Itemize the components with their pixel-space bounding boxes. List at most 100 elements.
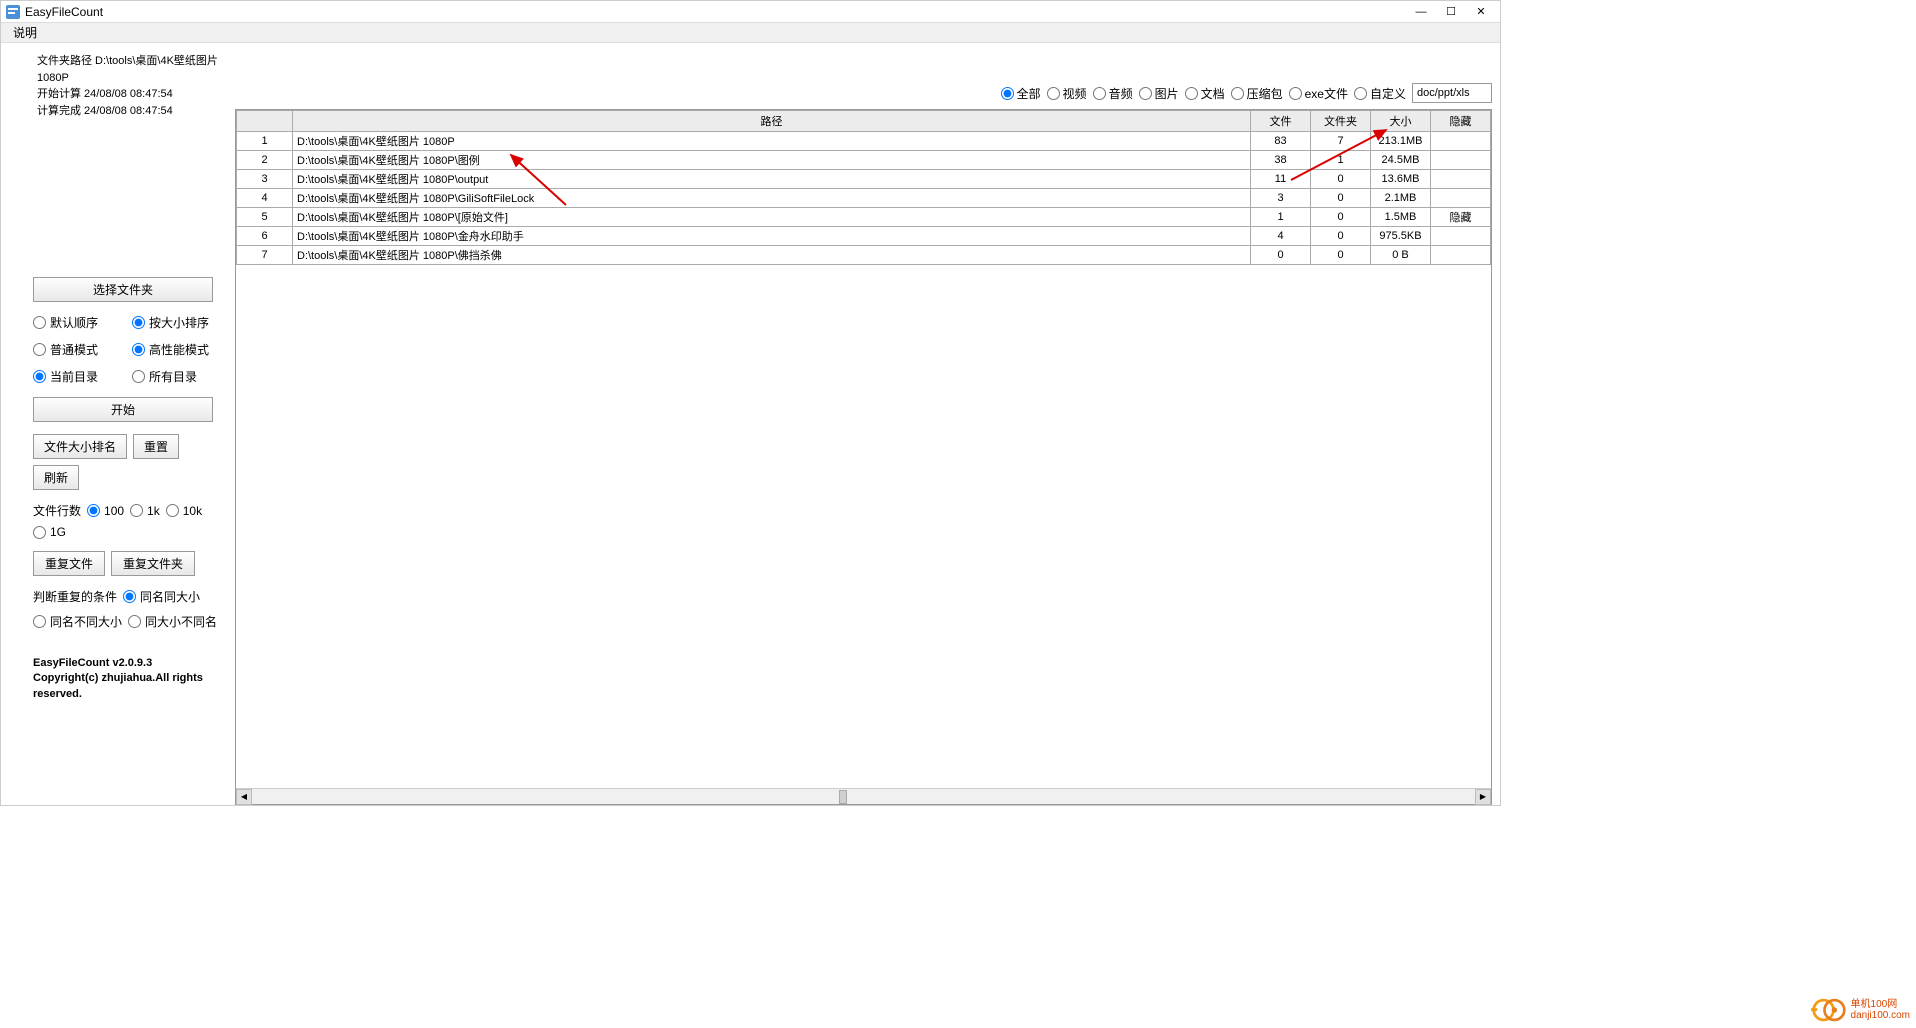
cell-rownum: 7 xyxy=(237,246,293,265)
filter-row: 全部 视频 音频 图片 文档 压缩包 exe文件 自定义 xyxy=(235,83,1492,103)
scroll-right-icon[interactable]: ▶ xyxy=(1475,789,1491,805)
radio-high-perf[interactable]: 高性能模式 xyxy=(132,341,223,358)
watermark: 单机100网 danji100.com xyxy=(1811,996,1910,1024)
table-row[interactable]: 2D:\tools\桌面\4K壁纸图片 1080P\图例38124.5MB xyxy=(237,151,1491,170)
left-panel: 文件夹路径 D:\tools\桌面\4K壁纸图片 1080P 开始计算 24/0… xyxy=(1,43,231,805)
rowcount-group: 文件行数 100 1k 10k 1G xyxy=(33,502,223,539)
result-table: 路径 文件 文件夹 大小 隐藏 1D:\tools\桌面\4K壁纸图片 1080… xyxy=(236,110,1491,265)
col-files[interactable]: 文件 xyxy=(1251,111,1311,132)
table-row[interactable]: 4D:\tools\桌面\4K壁纸图片 1080P\GiliSoftFileLo… xyxy=(237,189,1491,208)
cell-rownum: 4 xyxy=(237,189,293,208)
table-row[interactable]: 5D:\tools\桌面\4K壁纸图片 1080P\[原始文件]101.5MB隐… xyxy=(237,208,1491,227)
table-row[interactable]: 6D:\tools\桌面\4K壁纸图片 1080P\金舟水印助手40975.5K… xyxy=(237,227,1491,246)
menu-help[interactable]: 说明 xyxy=(7,22,43,43)
cell-rownum: 3 xyxy=(237,170,293,189)
cell-files: 38 xyxy=(1251,151,1311,170)
cell-hidden xyxy=(1431,170,1491,189)
cell-folders: 0 xyxy=(1311,246,1371,265)
radio-same-name-size[interactable]: 同名同大小 xyxy=(123,588,200,605)
watermark-logo-icon xyxy=(1811,996,1847,1024)
dup-files-button[interactable]: 重复文件 xyxy=(33,551,105,576)
col-rownum[interactable] xyxy=(237,111,293,132)
cell-hidden: 隐藏 xyxy=(1431,208,1491,227)
filter-video[interactable]: 视频 xyxy=(1047,85,1087,102)
radio-by-size[interactable]: 按大小排序 xyxy=(132,314,223,331)
col-path[interactable]: 路径 xyxy=(293,111,1251,132)
version-line: EasyFileCount v2.0.9.3 xyxy=(33,656,223,671)
cell-folders: 0 xyxy=(1311,227,1371,246)
version-block: EasyFileCount v2.0.9.3 Copyright(c) zhuj… xyxy=(33,656,223,702)
cell-files: 0 xyxy=(1251,246,1311,265)
radio-1g[interactable]: 1G xyxy=(33,525,66,539)
dup-folders-button[interactable]: 重复文件夹 xyxy=(111,551,195,576)
maximize-button[interactable]: ☐ xyxy=(1436,2,1466,22)
filter-archive[interactable]: 压缩包 xyxy=(1231,85,1283,102)
col-hidden[interactable]: 隐藏 xyxy=(1431,111,1491,132)
cell-size: 975.5KB xyxy=(1371,227,1431,246)
cell-folders: 1 xyxy=(1311,151,1371,170)
cell-size: 213.1MB xyxy=(1371,132,1431,151)
titlebar: EasyFileCount — ☐ ✕ xyxy=(1,1,1500,23)
radio-all-dirs[interactable]: 所有目录 xyxy=(132,368,223,385)
filter-audio[interactable]: 音频 xyxy=(1093,85,1133,102)
radio-100[interactable]: 100 xyxy=(87,504,124,518)
radio-10k[interactable]: 10k xyxy=(166,504,202,518)
cell-rownum: 1 xyxy=(237,132,293,151)
cell-rownum: 2 xyxy=(237,151,293,170)
cell-path: D:\tools\桌面\4K壁纸图片 1080P\GiliSoftFileLoc… xyxy=(293,189,1251,208)
cell-path: D:\tools\桌面\4K壁纸图片 1080P xyxy=(293,132,1251,151)
window-title: EasyFileCount xyxy=(25,5,1406,19)
filter-image[interactable]: 图片 xyxy=(1139,85,1179,102)
content-area: 文件夹路径 D:\tools\桌面\4K壁纸图片 1080P 开始计算 24/0… xyxy=(1,43,1500,805)
status-path: 文件夹路径 D:\tools\桌面\4K壁纸图片 1080P xyxy=(37,53,223,86)
table-row[interactable]: 7D:\tools\桌面\4K壁纸图片 1080P\佛挡杀佛000 B xyxy=(237,246,1491,265)
radio-1k[interactable]: 1k xyxy=(130,504,160,518)
cell-files: 1 xyxy=(1251,208,1311,227)
cell-folders: 0 xyxy=(1311,189,1371,208)
filter-all[interactable]: 全部 xyxy=(1001,85,1041,102)
scroll-left-icon[interactable]: ◀ xyxy=(236,789,252,805)
status-block: 文件夹路径 D:\tools\桌面\4K壁纸图片 1080P 开始计算 24/0… xyxy=(37,53,223,119)
radio-normal-mode[interactable]: 普通模式 xyxy=(33,341,124,358)
reset-button[interactable]: 重置 xyxy=(133,434,179,459)
radio-same-size-diff-name[interactable]: 同大小不同名 xyxy=(128,613,217,630)
table-row[interactable]: 1D:\tools\桌面\4K壁纸图片 1080P837213.1MB xyxy=(237,132,1491,151)
refresh-button[interactable]: 刷新 xyxy=(33,465,79,490)
radio-current-dir[interactable]: 当前目录 xyxy=(33,368,124,385)
cell-size: 2.1MB xyxy=(1371,189,1431,208)
cell-path: D:\tools\桌面\4K壁纸图片 1080P\图例 xyxy=(293,151,1251,170)
select-folder-button[interactable]: 选择文件夹 xyxy=(33,277,213,302)
cell-folders: 0 xyxy=(1311,170,1371,189)
col-folders[interactable]: 文件夹 xyxy=(1311,111,1371,132)
table-row[interactable]: 3D:\tools\桌面\4K壁纸图片 1080P\output11013.6M… xyxy=(237,170,1491,189)
table-empty-space xyxy=(236,265,1491,788)
close-button[interactable]: ✕ xyxy=(1466,2,1496,22)
filter-doc[interactable]: 文档 xyxy=(1185,85,1225,102)
dup-criteria: 判断重复的条件 同名同大小 同名不同大小 同大小不同名 xyxy=(9,588,223,630)
radio-default-order[interactable]: 默认顺序 xyxy=(33,314,124,331)
window-controls: — ☐ ✕ xyxy=(1406,2,1496,22)
filter-custom-input[interactable] xyxy=(1412,83,1492,103)
start-button[interactable]: 开始 xyxy=(33,397,213,422)
cell-size: 0 B xyxy=(1371,246,1431,265)
scroll-thumb[interactable] xyxy=(839,790,847,804)
cell-files: 11 xyxy=(1251,170,1311,189)
status-end: 计算完成 24/08/08 08:47:54 xyxy=(37,103,223,120)
col-size[interactable]: 大小 xyxy=(1371,111,1431,132)
horizontal-scrollbar[interactable]: ◀ ▶ xyxy=(236,788,1491,804)
cell-rownum: 6 xyxy=(237,227,293,246)
filter-exe[interactable]: exe文件 xyxy=(1289,85,1348,102)
cell-size: 13.6MB xyxy=(1371,170,1431,189)
radio-same-name-diff-size[interactable]: 同名不同大小 xyxy=(33,613,122,630)
filter-custom[interactable]: 自定义 xyxy=(1354,85,1406,102)
cell-folders: 0 xyxy=(1311,208,1371,227)
cell-path: D:\tools\桌面\4K壁纸图片 1080P\[原始文件] xyxy=(293,208,1251,227)
minimize-button[interactable]: — xyxy=(1406,2,1436,22)
watermark-text: 单机100网 danji100.com xyxy=(1851,999,1910,1021)
status-start: 开始计算 24/08/08 08:47:54 xyxy=(37,86,223,103)
right-panel: 全部 视频 音频 图片 文档 压缩包 exe文件 自定义 路径 文件 xyxy=(231,43,1500,805)
cell-hidden xyxy=(1431,151,1491,170)
cell-path: D:\tools\桌面\4K壁纸图片 1080P\佛挡杀佛 xyxy=(293,246,1251,265)
size-rank-button[interactable]: 文件大小排名 xyxy=(33,434,127,459)
cell-folders: 7 xyxy=(1311,132,1371,151)
